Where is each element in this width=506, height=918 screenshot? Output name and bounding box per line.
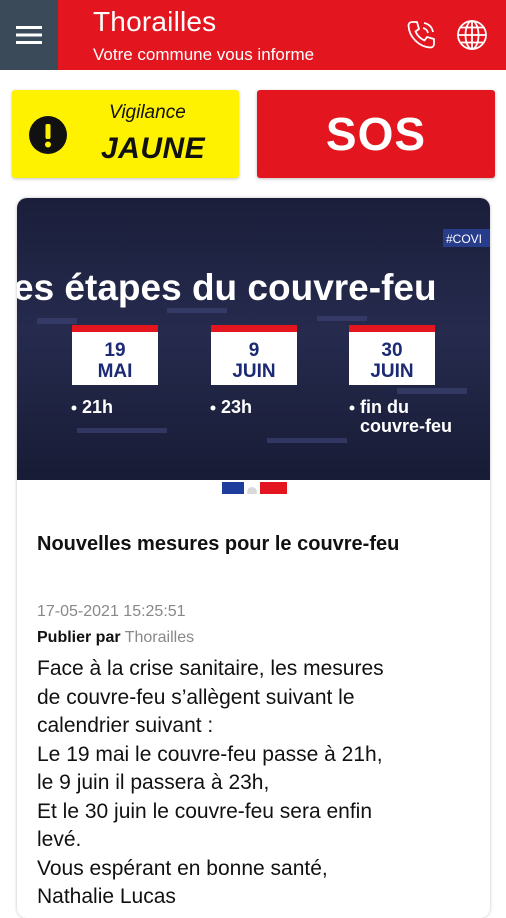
step-3-day: 30 (381, 340, 402, 361)
published-by-label: Publier par (37, 629, 121, 646)
step-2-caption: 23h (221, 397, 252, 417)
app-title: Thorailles (93, 6, 217, 37)
body-line: calendrier suivant : (37, 714, 214, 737)
step-3-caption-line-2: couvre-feu (360, 416, 452, 436)
step-1-caption: 21h (82, 397, 113, 417)
body-line: Et le 30 juin le couvre-feu sera enfin (37, 799, 373, 823)
banner-tag: #COVI (446, 232, 482, 246)
vigilance-level: JAUNE (101, 132, 206, 165)
vigilance-label: Vigilance (109, 102, 186, 123)
body-line: Vous espérant en bonne santé, (37, 856, 328, 880)
body-line: levé. (37, 828, 82, 851)
article-card[interactable]: #COVI es étapes du couvre-feu 19 MAI 21h… (17, 198, 490, 918)
body-line: le 9 juin il passera à 23h, (37, 771, 270, 794)
body-line: Nathalie Lucas (37, 885, 176, 908)
step-1-day: 19 (104, 340, 125, 361)
app-subtitle: Votre commune vous informe (93, 45, 315, 64)
republique-francaise-logo (222, 482, 287, 494)
body-line: de couvre-feu s’allègent suivant le (37, 685, 355, 709)
banner-headline: es étapes du couvre-feu (17, 267, 437, 308)
menu-button[interactable] (0, 0, 58, 70)
phone-icon[interactable] (403, 17, 439, 53)
step-3-month: JUIN (370, 361, 413, 382)
sos-button[interactable]: SOS (257, 90, 495, 178)
app-header: Thorailles Votre commune vous informe (0, 0, 506, 70)
body-line: Face à la crise sanitaire, les mesures (37, 657, 384, 680)
publisher-name: Thorailles (124, 629, 195, 646)
step-3-caption-line-1: fin du (360, 397, 409, 417)
exclamation-icon (29, 116, 67, 154)
article-date: 17-05-2021 15:25:51 (37, 603, 186, 620)
article-banner-image: #COVI es étapes du couvre-feu 19 MAI 21h… (17, 198, 490, 494)
body-line: Le 19 mai le couvre-feu passe à 21h, (37, 742, 383, 766)
step-2-day: 9 (249, 340, 260, 361)
step-2-month: JUIN (232, 361, 275, 382)
hamburger-menu-icon (16, 25, 42, 45)
article-publisher: Publier par Thorailles (37, 629, 194, 647)
globe-icon[interactable] (454, 17, 490, 53)
step-1-month: MAI (98, 361, 133, 382)
article-body: Face à la crise sanitaire, les mesures d… (37, 655, 477, 912)
article-title: Nouvelles mesures pour le couvre-feu (37, 533, 400, 555)
vigilance-button[interactable]: Vigilance JAUNE (12, 90, 239, 178)
